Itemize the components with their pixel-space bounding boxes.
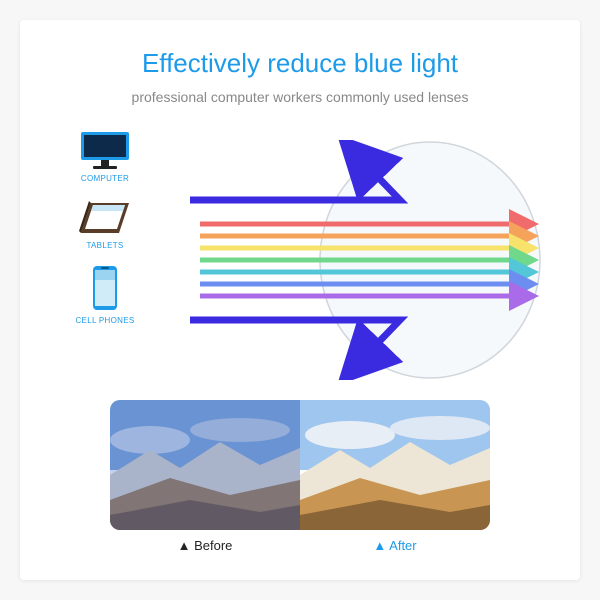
device-list: COMPUTER TABLETS CELL PHONES	[60, 130, 150, 325]
compare-labels: ▲ Before ▲ After	[110, 538, 490, 553]
compare-before-image	[110, 400, 300, 530]
label-before: ▲ Before	[110, 538, 300, 553]
before-text: Before	[194, 538, 232, 553]
page-subtitle: professional computer workers commonly u…	[50, 89, 550, 105]
page-title: Effectively reduce blue light	[50, 48, 550, 79]
light-rays-lens	[170, 140, 550, 380]
device-label: TABLETS	[86, 241, 123, 250]
light-diagram: COMPUTER TABLETS CELL PHONES	[50, 130, 550, 390]
triangle-marker-icon: ▲	[373, 538, 386, 553]
compare-after-image	[300, 400, 490, 530]
monitor-icon	[79, 130, 131, 170]
device-label: COMPUTER	[81, 174, 129, 183]
label-after: ▲ After	[300, 538, 490, 553]
before-after-compare	[110, 400, 490, 530]
device-phone: CELL PHONES	[75, 264, 134, 325]
device-computer: COMPUTER	[79, 130, 131, 183]
phone-icon	[91, 264, 119, 312]
device-tablet: TABLETS	[77, 197, 133, 250]
triangle-marker-icon: ▲	[178, 538, 191, 553]
after-text: After	[389, 538, 416, 553]
tablet-icon	[77, 197, 133, 237]
product-infographic-card: Effectively reduce blue light profession…	[20, 20, 580, 580]
device-label: CELL PHONES	[75, 316, 134, 325]
